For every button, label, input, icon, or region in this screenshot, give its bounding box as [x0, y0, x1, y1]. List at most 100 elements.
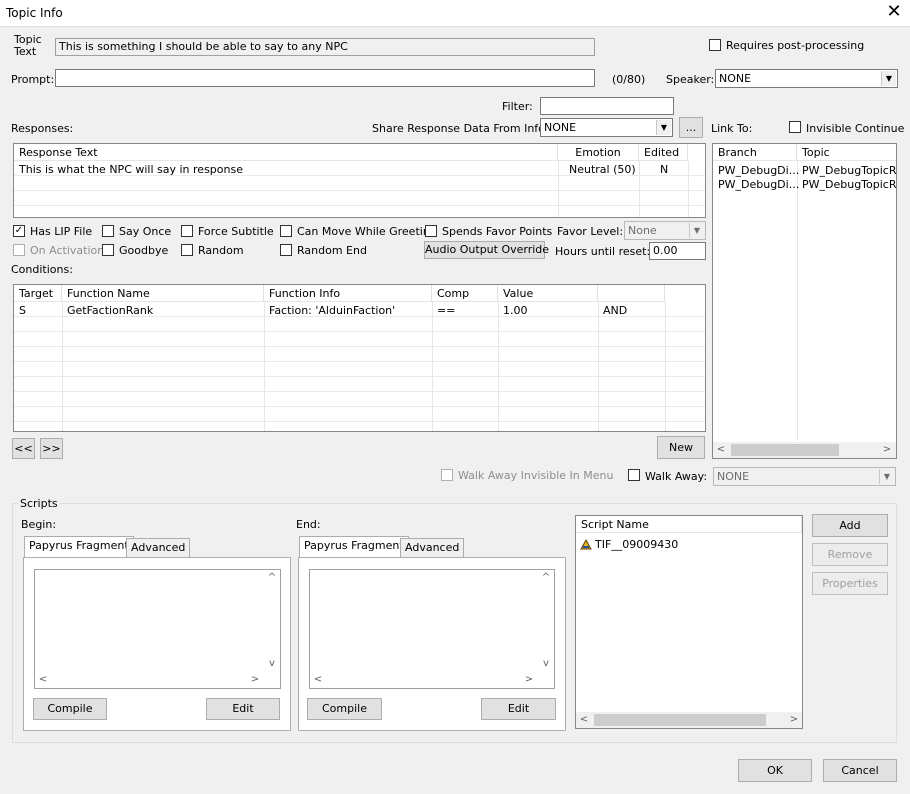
random-checkbox[interactable] — [181, 244, 193, 256]
random-end-label: Random End — [297, 244, 367, 257]
previous-button[interactable]: << — [12, 438, 35, 459]
scrollbar-thumb[interactable] — [594, 714, 766, 726]
end-tab-papyrus-fragment[interactable]: Papyrus Fragment — [299, 536, 409, 558]
topic-text-label: Topic Text — [14, 33, 42, 58]
new-condition-button[interactable]: New — [657, 436, 705, 459]
list-item[interactable]: TIF__09009430 — [590, 538, 678, 551]
scrollbar-thumb[interactable] — [731, 444, 839, 456]
end-tab-advanced[interactable]: Advanced — [400, 538, 465, 558]
has-lip-file-checkbox[interactable]: ✓ — [13, 225, 25, 237]
column-header-edited[interactable]: Edited — [639, 144, 688, 161]
topic-cell[interactable]: PW_DebugTopicRes — [797, 164, 896, 177]
cancel-button[interactable]: Cancel — [823, 759, 897, 782]
invisible-continue-checkbox[interactable] — [789, 121, 801, 133]
topic-text-field[interactable]: This is something I should be able to sa… — [55, 38, 595, 56]
column-header-emotion[interactable]: Emotion — [558, 144, 639, 161]
filter-input[interactable] — [540, 97, 674, 115]
responses-label: Responses: — [11, 122, 74, 135]
chevron-down-icon[interactable]: v — [538, 656, 554, 672]
end-edit-button[interactable]: Edit — [481, 698, 556, 720]
force-subtitle-checkbox[interactable] — [181, 225, 193, 237]
title-bar: Topic Info ✕ — [0, 0, 910, 27]
prompt-counter: (0/80) — [612, 73, 646, 86]
begin-label: Begin: — [21, 518, 57, 531]
column-header-logic[interactable] — [598, 285, 665, 302]
can-move-while-greeting-checkbox[interactable] — [280, 225, 292, 237]
script-properties-button[interactable]: Properties — [812, 572, 888, 595]
share-response-browse-button[interactable]: ... — [679, 117, 703, 138]
topic-cell[interactable]: PW_DebugTopicRes — [797, 178, 896, 191]
goodbye-checkbox[interactable] — [102, 244, 114, 256]
chevron-left-icon[interactable]: < — [35, 672, 51, 688]
prompt-input[interactable] — [55, 69, 595, 87]
function-info-cell: Faction: 'AlduinFaction' — [269, 304, 396, 317]
filter-label: Filter: — [502, 100, 533, 113]
next-button[interactable]: >> — [40, 438, 63, 459]
table-row — [14, 318, 705, 332]
on-activation-checkbox[interactable] — [13, 244, 25, 256]
table-row[interactable]: S GetFactionRank Faction: 'AlduinFaction… — [14, 303, 705, 317]
chevron-up-icon[interactable]: ^ — [538, 570, 554, 586]
chevron-left-icon[interactable]: < — [713, 442, 729, 458]
chevron-left-icon[interactable]: < — [576, 712, 592, 728]
end-compile-button[interactable]: Compile — [307, 698, 382, 720]
begin-tab-papyrus-fragment[interactable]: Papyrus Fragment — [24, 536, 134, 558]
share-response-select[interactable]: NONE ▼ — [540, 118, 673, 137]
add-script-button[interactable]: Add — [812, 514, 888, 537]
random-end-checkbox[interactable] — [280, 244, 292, 256]
column-header-value[interactable]: Value — [498, 285, 598, 302]
column-header-function-info[interactable]: Function Info — [264, 285, 432, 302]
favor-level-select[interactable]: None ▼ — [624, 221, 706, 240]
branch-cell[interactable]: PW_DebugDi... — [713, 164, 799, 177]
hours-until-reset-input[interactable]: 0.00 — [649, 242, 706, 260]
spends-favor-points-checkbox[interactable] — [425, 225, 437, 237]
chevron-right-icon[interactable]: > — [521, 672, 537, 688]
say-once-checkbox[interactable] — [102, 225, 114, 237]
begin-tab-advanced[interactable]: Advanced — [126, 538, 191, 558]
link-to-list[interactable]: Branch Topic PW_DebugDi... PW_DebugTopic… — [712, 143, 897, 459]
conditions-list[interactable]: Target Function Name Function Info Comp … — [13, 284, 706, 432]
table-row[interactable]: This is what the NPC will say in respons… — [14, 162, 705, 176]
chevron-down-icon[interactable]: v — [264, 656, 280, 672]
close-icon[interactable]: ✕ — [884, 3, 904, 21]
speaker-select[interactable]: NONE ▼ — [715, 69, 898, 88]
chevron-right-icon[interactable]: > — [879, 442, 895, 458]
column-header-function-name[interactable]: Function Name — [62, 285, 264, 302]
begin-compile-button[interactable]: Compile — [33, 698, 107, 720]
audio-output-override-button[interactable]: Audio Output Override — [424, 241, 549, 259]
column-header-comp[interactable]: Comp — [432, 285, 498, 302]
end-script-editor[interactable]: ^ v < > — [309, 569, 555, 689]
speaker-label: Speaker: — [666, 73, 715, 86]
responses-list[interactable]: Response Text Emotion Edited This is wha… — [13, 143, 706, 218]
response-text-cell: This is what the NPC will say in respons… — [19, 163, 243, 176]
branch-cell[interactable]: PW_DebugDi... — [713, 178, 799, 191]
requires-post-processing-checkbox[interactable] — [709, 39, 721, 51]
column-header-branch[interactable]: Branch — [713, 144, 797, 161]
column-header-response-text[interactable]: Response Text — [14, 144, 558, 161]
link-to-horizontal-scrollbar[interactable]: < > — [713, 442, 896, 458]
chevron-down-icon: ▼ — [689, 223, 704, 238]
walk-away-checkbox[interactable] — [628, 469, 640, 481]
table-row — [14, 348, 705, 362]
chevron-down-icon: ▼ — [656, 120, 671, 135]
walk-away-invisible-checkbox[interactable] — [441, 469, 453, 481]
chevron-up-icon[interactable]: ^ — [264, 570, 280, 586]
script-list-horizontal-scrollbar[interactable]: < > — [576, 712, 802, 728]
column-header-target[interactable]: Target — [14, 285, 62, 302]
chevron-left-icon[interactable]: < — [310, 672, 326, 688]
table-row — [14, 378, 705, 392]
chevron-right-icon[interactable]: > — [247, 672, 263, 688]
chevron-right-icon[interactable]: > — [786, 712, 802, 728]
scripts-group-label: Scripts — [18, 497, 60, 510]
script-list[interactable]: Script Name TIF__09009430 < > — [575, 515, 803, 729]
emotion-cell: Neutral (50) — [569, 163, 636, 176]
walk-away-select[interactable]: NONE ▼ — [713, 467, 896, 486]
invisible-continue-label: Invisible Continue — [806, 122, 905, 135]
column-header-topic[interactable]: Topic — [797, 144, 896, 161]
table-row — [14, 192, 705, 206]
remove-script-button[interactable]: Remove — [812, 543, 888, 566]
begin-script-editor[interactable]: ^ v < > — [34, 569, 281, 689]
column-header-script-name[interactable]: Script Name — [576, 516, 802, 533]
ok-button[interactable]: OK — [738, 759, 812, 782]
begin-edit-button[interactable]: Edit — [206, 698, 280, 720]
